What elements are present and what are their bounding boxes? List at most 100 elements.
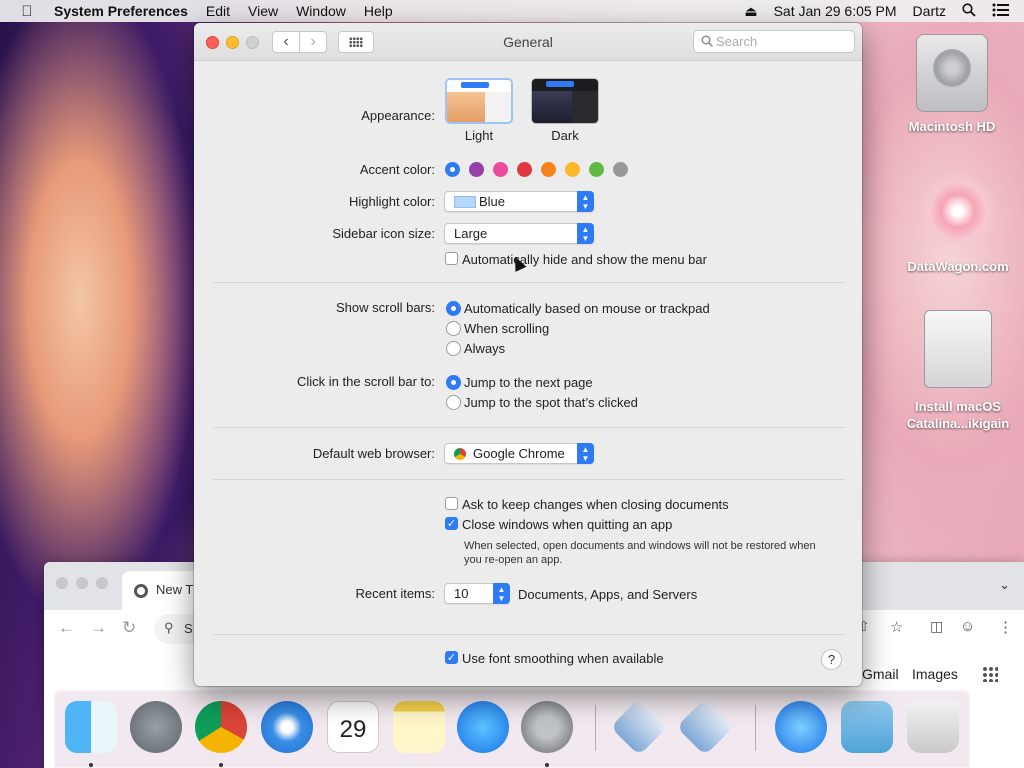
running-indicator [89, 763, 93, 767]
appearance-dark-thumb[interactable] [531, 78, 599, 124]
eject-icon[interactable]: ⏏ [744, 3, 757, 20]
accent-red-swatch[interactable] [517, 162, 532, 177]
desktop-icon-install-macos[interactable]: Install macOS Catalina...ikigain [898, 310, 1018, 432]
jump-to-spot-radio[interactable] [446, 395, 461, 410]
star-icon[interactable]: ☆ [890, 618, 903, 636]
ask-keep-changes-checkbox[interactable] [445, 497, 458, 510]
scroll-bars-always-radio[interactable] [446, 341, 461, 356]
chrome-icon [454, 448, 466, 460]
desktop-icon-datawagon[interactable]: DataWagon.com [898, 172, 1018, 275]
accent-yellow-swatch[interactable] [565, 162, 580, 177]
forward-arrow-icon[interactable]: → [90, 618, 107, 638]
app-menu[interactable]: System Preferences [54, 3, 188, 19]
scroll-bars-automatic-label: Automatically based on mouse or trackpad [464, 301, 710, 316]
desktop-icon-label: Install macOS Catalina...ikigain [906, 399, 1010, 431]
dock-separator [755, 705, 756, 751]
popup-arrows-icon: ▲ ▼ [577, 191, 594, 212]
chevron-down-icon[interactable]: ⌄ [999, 577, 1010, 593]
menu-edit[interactable]: Edit [206, 3, 230, 19]
desktop-icon-label: DataWagon.com [907, 259, 1009, 274]
virtualbox-icon[interactable] [610, 698, 668, 756]
font-smoothing-checkbox[interactable]: ✓ [445, 651, 458, 664]
safari-icon[interactable] [261, 701, 313, 753]
divider [213, 282, 845, 283]
apps-grid-icon[interactable] [982, 666, 998, 682]
scroll-bars-when-scrolling-radio[interactable] [446, 321, 461, 336]
recent-items-popup[interactable]: 10 ▲ ▼ [444, 583, 510, 604]
close-windows-note: When selected, open documents and window… [464, 540, 816, 566]
flower-image-icon [919, 172, 997, 250]
control-center-icon[interactable] [992, 3, 1010, 20]
apple-menu-icon[interactable]:  [0, 3, 54, 20]
auto-hide-menu-bar-label: Automatically hide and show the menu bar [462, 252, 707, 267]
general-preferences-window: ‹ › General Search Appearance: Light Dar… [194, 23, 862, 686]
google-chrome-icon[interactable] [195, 701, 247, 753]
sidebar-icon[interactable]: ◫ [930, 618, 943, 635]
search-icon: ⚲ [164, 620, 174, 635]
trash-icon[interactable] [907, 701, 959, 753]
divider [213, 479, 845, 480]
menu-view[interactable]: View [248, 3, 278, 19]
highlight-swatch [454, 196, 476, 208]
chrome-close-button[interactable] [56, 577, 68, 589]
disk-image-icon [924, 310, 992, 388]
divider [213, 634, 845, 635]
accent-pink-swatch[interactable] [493, 162, 508, 177]
reload-icon[interactable]: ↻ [122, 618, 136, 638]
images-link[interactable]: Images [912, 666, 958, 682]
virtualbox-icon-2[interactable] [676, 698, 734, 756]
search-icon [701, 35, 713, 50]
app-store-download-icon[interactable] [775, 701, 827, 753]
back-arrow-icon[interactable]: ← [58, 618, 75, 638]
appearance-light-thumb[interactable] [445, 78, 513, 124]
spotlight-search-icon[interactable] [962, 2, 976, 20]
jump-next-page-radio[interactable] [446, 375, 461, 390]
more-menu-icon[interactable]: ⋮ [998, 618, 1013, 636]
accent-graphite-swatch[interactable] [613, 162, 628, 177]
chrome-zoom-button[interactable] [96, 577, 108, 589]
menubar-clock[interactable]: Sat Jan 29 6:05 PM [774, 3, 897, 19]
profile-avatar-icon[interactable]: ☺ [960, 618, 975, 635]
dark-thumb-wallpaper [532, 91, 572, 123]
running-indicator [219, 763, 223, 767]
system-preferences-icon[interactable] [521, 701, 573, 753]
calendar-icon[interactable]: 29 [327, 701, 379, 753]
close-windows-checkbox[interactable]: ✓ [445, 517, 458, 530]
dock-separator [595, 705, 596, 751]
ask-keep-changes-label: Ask to keep changes when closing documen… [462, 497, 729, 512]
accent-blue-swatch[interactable] [445, 162, 460, 177]
desktop-icon-macintosh-hd[interactable]: Macintosh HD [892, 34, 1012, 135]
menu-help[interactable]: Help [364, 3, 393, 19]
sidebar-icon-size-label: Sidebar icon size: [332, 226, 435, 241]
downloads-folder-icon[interactable] [841, 701, 893, 753]
finder-icon[interactable] [65, 701, 117, 753]
default-browser-popup[interactable]: Google Chrome ▲ ▼ [444, 443, 594, 464]
dark-thumb-highlight [546, 81, 574, 87]
close-windows-label: Close windows when quitting an app [462, 517, 673, 532]
scroll-bars-automatic-radio[interactable] [446, 301, 461, 316]
auto-hide-menu-bar-checkbox[interactable] [445, 252, 458, 265]
window-titlebar: ‹ › General Search [194, 23, 862, 61]
popup-arrows-icon: ▲ ▼ [577, 443, 594, 464]
notes-icon[interactable] [393, 701, 445, 753]
appearance-light-label: Light [464, 128, 494, 143]
menubar-user[interactable]: Dartz [913, 3, 946, 19]
search-field[interactable]: Search [693, 30, 855, 53]
chrome-tab-title: New T [156, 582, 194, 597]
menu-window[interactable]: Window [296, 3, 346, 19]
sidebar-icon-size-value: Large [454, 226, 488, 241]
accent-purple-swatch[interactable] [469, 162, 484, 177]
highlight-color-popup[interactable]: Blue ▲ ▼ [444, 191, 594, 212]
help-button[interactable]: ? [821, 649, 842, 670]
dock: 29 [54, 690, 970, 768]
accent-orange-swatch[interactable] [541, 162, 556, 177]
gmail-link[interactable]: Gmail [862, 666, 899, 682]
chrome-favicon-icon [134, 584, 148, 598]
popup-arrows-icon: ▲ ▼ [577, 223, 594, 244]
chrome-minimize-button[interactable] [76, 577, 88, 589]
jump-to-spot-label: Jump to the spot that’s clicked [464, 395, 638, 410]
launchpad-icon[interactable] [130, 701, 182, 753]
sidebar-icon-size-popup[interactable]: Large ▲ ▼ [444, 223, 594, 244]
app-store-icon[interactable] [457, 701, 509, 753]
accent-green-swatch[interactable] [589, 162, 604, 177]
